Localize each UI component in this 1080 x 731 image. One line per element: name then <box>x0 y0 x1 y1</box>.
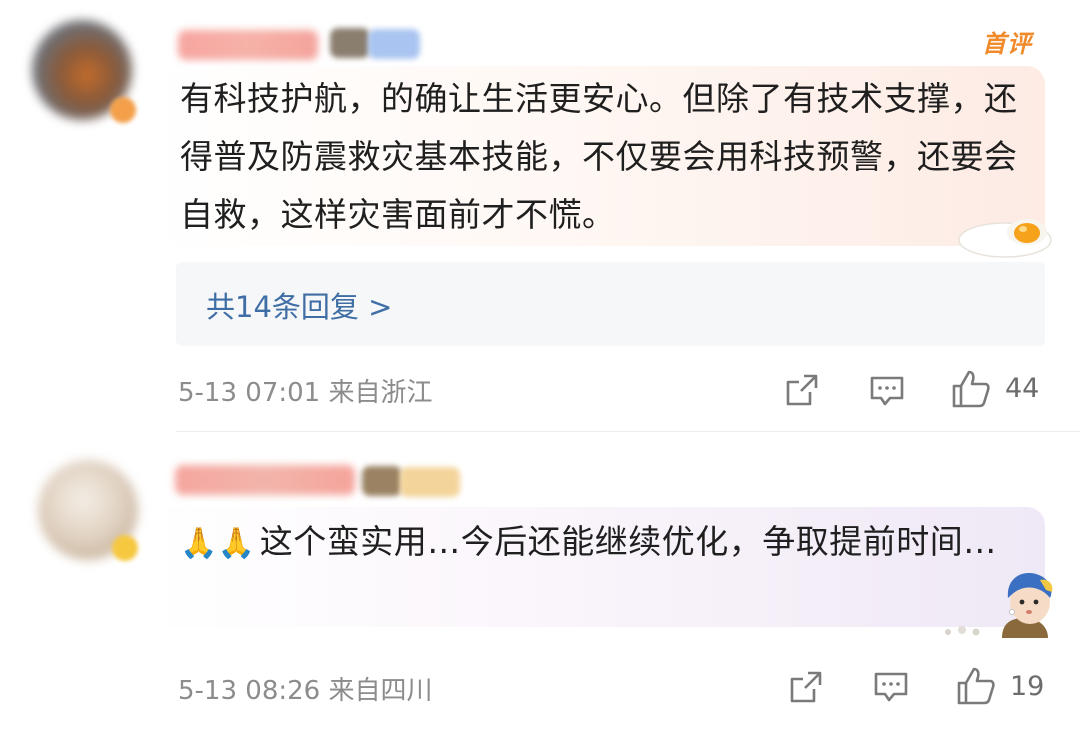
comment-icon[interactable] <box>868 372 906 410</box>
like-count: 44 <box>1005 373 1040 404</box>
comment-item: 🙏🙏 这个蛮实用…今后还能继续优化，争取提前时间… 5-13 08:26 来自四川… <box>0 0 1080 706</box>
girl-pearl-earring-sticker-icon <box>945 573 1053 638</box>
like-icon[interactable] <box>950 368 992 410</box>
comment-icon[interactable] <box>872 668 910 706</box>
share-icon[interactable] <box>784 372 820 408</box>
comment-text: 🙏🙏 这个蛮实用…今后还能继续优化，争取提前时间… <box>180 513 1020 573</box>
like-count: 19 <box>1010 671 1045 702</box>
comment-time: 5-13 08:26 <box>178 676 321 706</box>
comment-text-body: 这个蛮实用…今后还能继续优化，争取提前时间… <box>259 522 997 561</box>
comment-time: 5-13 07:01 <box>178 378 321 408</box>
level-badge-icon <box>362 466 402 496</box>
comment-location: 来自四川 <box>328 676 433 706</box>
verified-badge-icon <box>112 535 138 561</box>
comment-divider <box>176 431 1080 432</box>
comment-location: 来自浙江 <box>328 378 433 408</box>
like-icon[interactable] <box>955 665 997 707</box>
comment-meta: 5-13 07:01 来自浙江 <box>178 372 432 409</box>
member-badge-icon <box>400 467 460 497</box>
comment-meta: 5-13 08:26 来自四川 <box>178 670 432 707</box>
share-icon[interactable] <box>788 669 824 705</box>
pray-hands-icon: 🙏🙏 <box>180 526 256 561</box>
username-blurred[interactable] <box>175 465 355 495</box>
